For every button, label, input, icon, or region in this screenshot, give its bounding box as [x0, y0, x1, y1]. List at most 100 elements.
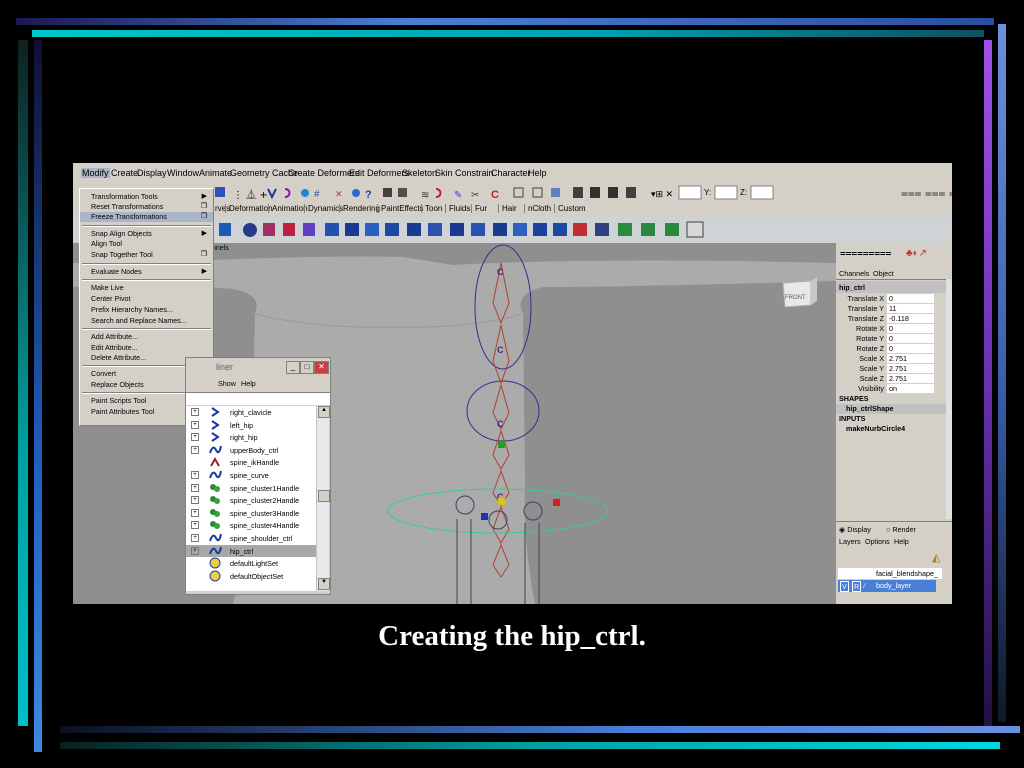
expand-icon[interactable]: +	[191, 483, 199, 492]
tab-custom[interactable]: Custom	[554, 204, 589, 213]
menu-modify[interactable]: Modify	[81, 168, 110, 178]
scroll-thumb[interactable]	[318, 490, 330, 502]
layer-color-icon[interactable]: ⁄	[864, 581, 865, 590]
menu-item-snap-align-objects[interactable]: Snap Align Objects ▶	[80, 229, 213, 239]
channel-value-field[interactable]: 0	[887, 334, 934, 343]
outliner-item[interactable]: spine_ikHandle	[186, 456, 316, 469]
expand-icon[interactable]: +	[191, 496, 199, 505]
layer-visibility-toggle[interactable]: V	[840, 581, 849, 592]
expand-icon[interactable]: +	[191, 471, 199, 479]
view-cube-label[interactable]: FRONT	[785, 295, 806, 301]
tab-hair[interactable]: Hair	[498, 204, 520, 213]
expand-icon[interactable]: +	[191, 521, 199, 530]
channel-value-field[interactable]: 2.751	[887, 354, 934, 363]
channel-value-field[interactable]: 2.751	[887, 364, 934, 373]
menu-item-make-live[interactable]: Make Live	[80, 283, 213, 293]
outliner-menu-help[interactable]: Help	[241, 379, 256, 388]
option-box-icon[interactable]: ❐	[201, 250, 207, 258]
outliner-item[interactable]: + spine_cluster2Handle	[186, 494, 316, 507]
outliner-item[interactable]: defaultObjectSet	[186, 570, 316, 583]
render-radio[interactable]: ○ Render	[886, 525, 916, 534]
layer-row-selected[interactable]: V R ⁄ body_layer	[838, 580, 936, 592]
scroll-down-icon[interactable]: ▼	[318, 578, 330, 590]
tab-ncloth[interactable]: nCloth	[524, 204, 554, 213]
maximize-icon[interactable]: □	[300, 361, 314, 374]
menu-item-add-attribute[interactable]: Add Attribute...	[80, 332, 213, 342]
channel-row[interactable]: Rotate Z0	[836, 344, 936, 354]
layer-row[interactable]: facial_blendshape_	[838, 568, 942, 579]
layout-icon[interactable]: ⩶⩶⩶	[840, 248, 891, 259]
expand-icon[interactable]: +	[191, 508, 199, 517]
panel-menu-label[interactable]: nnels	[212, 245, 229, 252]
expand-icon[interactable]: +	[191, 534, 199, 542]
outliner-titlebar[interactable]: liner _ □ ✕	[186, 358, 330, 376]
channel-row[interactable]: Scale Z 2.751	[836, 374, 936, 384]
tab-toon[interactable]: Toon	[421, 204, 445, 213]
channel-row[interactable]: Rotate Y0	[836, 334, 936, 344]
menu-constrain[interactable]: Constrain	[455, 168, 494, 178]
channel-value-field[interactable]: on	[887, 384, 934, 393]
channel-row[interactable]: Visibility on	[836, 384, 936, 394]
channel-value-field[interactable]: 0	[887, 344, 934, 353]
menu-animate[interactable]: Animate	[199, 168, 232, 178]
menu-display[interactable]: Display	[137, 168, 167, 178]
outliner-item[interactable]: + spine_cluster1Handle	[186, 482, 316, 495]
option-box-icon[interactable]: ❐	[201, 212, 207, 220]
menu-skin[interactable]: Skin	[435, 168, 453, 178]
outliner-item[interactable]: + right_clavicle	[186, 406, 316, 419]
outliner-item[interactable]: + hip_ctrl	[186, 544, 316, 558]
channel-value-field[interactable]: -0.118	[887, 314, 934, 323]
scroll-up-icon[interactable]: ▲	[318, 406, 330, 418]
menu-item-snap-together-tool[interactable]: Snap Together Tool ❐	[80, 250, 213, 260]
menu-item-search-replace-names[interactable]: Search and Replace Names...	[80, 316, 213, 326]
minimize-icon[interactable]: _	[286, 361, 300, 374]
channel-row[interactable]: Translate X0	[836, 294, 936, 304]
outliner-item[interactable]: + spine_cluster3Handle	[186, 507, 316, 520]
expand-icon[interactable]: +	[191, 546, 199, 555]
menu-skeleton[interactable]: Skeleton	[402, 168, 437, 178]
menu-edit-deformers[interactable]: Edit Deformers	[349, 168, 409, 178]
layer-menu-help[interactable]: Help	[894, 537, 909, 546]
menu-item-align-tool[interactable]: Align Tool	[80, 239, 213, 249]
display-radio[interactable]: ◉ Display	[839, 525, 871, 534]
channel-row[interactable]: Rotate X0	[836, 324, 936, 334]
attribute-editor-icon[interactable]: ♣◐↗	[906, 248, 927, 259]
menu-item-prefix-hierarchy-names[interactable]: Prefix Hierarchy Names...	[80, 305, 213, 315]
shape-node[interactable]: hip_ctrlShape	[836, 404, 946, 414]
channel-row[interactable]: Scale X 2.751	[836, 354, 936, 364]
outliner-filter-field[interactable]	[186, 392, 330, 405]
expand-icon[interactable]: +	[191, 445, 199, 454]
channel-value-field[interactable]: 11	[887, 304, 934, 313]
outliner-item[interactable]: + upperBody_ctrl	[186, 444, 316, 457]
menu-item-center-pivot[interactable]: Center Pivot	[80, 294, 213, 304]
channel-box-scrollbar[interactable]	[946, 279, 952, 519]
channel-row[interactable]: Translate Y 11	[836, 304, 936, 314]
outliner-scrollbar[interactable]: ▲ ▼	[316, 406, 330, 591]
outliner-item[interactable]: + right_hip	[186, 431, 316, 444]
option-box-icon[interactable]: ❐	[201, 202, 207, 210]
channel-row[interactable]: Translate Z -0.118	[836, 314, 936, 324]
menu-help[interactable]: Help	[528, 168, 547, 178]
outliner-menu-show[interactable]: Show	[218, 379, 236, 388]
outliner-item[interactable]: + spine_curve	[186, 469, 316, 482]
expand-icon[interactable]: +	[191, 420, 199, 429]
channel-box-menu-channels[interactable]: Channels	[839, 269, 869, 278]
channel-box-object-name[interactable]: hip_ctrl	[836, 281, 946, 293]
expand-icon[interactable]: +	[191, 433, 199, 442]
menu-item-reset-transformations[interactable]: Reset Transformations ❐	[80, 202, 213, 212]
menu-item-edit-attribute[interactable]: Edit Attribute...	[80, 343, 213, 353]
input-node[interactable]: makeNurbCircle4	[836, 424, 946, 434]
outliner-item[interactable]: + spine_cluster4Handle	[186, 519, 316, 532]
layer-render-toggle[interactable]: R	[852, 581, 862, 592]
tab-fur[interactable]: Fur	[471, 204, 490, 213]
outliner-item[interactable]: + left_hip	[186, 419, 316, 432]
outliner-item[interactable]: + spine_shoulder_ctrl	[186, 532, 316, 545]
menu-create[interactable]: Create	[111, 168, 138, 178]
channel-value-field[interactable]: 0	[887, 294, 934, 303]
menu-item-evaluate-nodes[interactable]: Evaluate Nodes ▶	[80, 267, 213, 277]
layer-menu-layers[interactable]: Layers	[839, 537, 861, 546]
channel-box-menu-object[interactable]: Object	[873, 269, 894, 278]
channel-row[interactable]: Scale Y 2.751	[836, 364, 936, 374]
menu-item-freeze-transformations[interactable]: Freeze Transformations ❐	[80, 212, 213, 222]
menu-item-transformation-tools[interactable]: Transformation Tools ▶	[80, 192, 213, 202]
